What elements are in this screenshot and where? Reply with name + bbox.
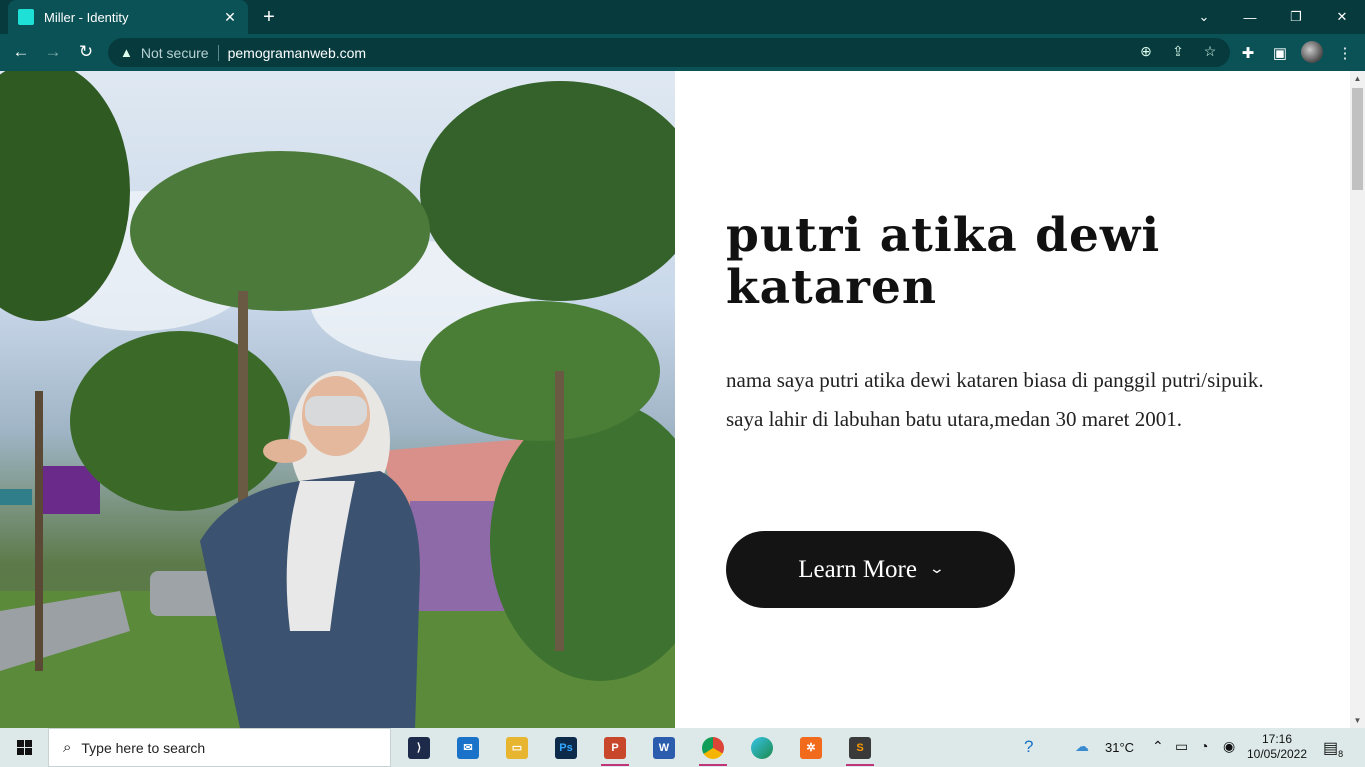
powerpoint-icon: P	[604, 736, 626, 759]
restore-button[interactable]: ❐	[1273, 0, 1319, 34]
menu-kebab-icon[interactable]: ⋮	[1334, 42, 1356, 64]
extensions-puzzle-icon[interactable]: ✚	[1237, 42, 1259, 64]
edge-icon	[751, 736, 773, 759]
word-icon: W	[653, 736, 675, 759]
tab-title: Miller - Identity	[44, 9, 129, 25]
taskbar-app-file-explorer[interactable]: ▭	[495, 731, 539, 764]
weather-temperature[interactable]: 31°C	[1105, 740, 1134, 755]
windows-taskbar: ⌕ Type here to search ⟩ ✉ ▭ Ps P W ✲ S ?…	[0, 728, 1365, 767]
visual-studio-icon: ⟩	[408, 736, 430, 759]
volume-icon[interactable]: ◉	[1223, 738, 1235, 755]
reload-icon[interactable]: ↻	[74, 40, 98, 64]
notification-icon[interactable]: ▤8	[1323, 738, 1343, 759]
side-panel-icon[interactable]: ▣	[1269, 42, 1291, 64]
taskbar-app-edge[interactable]	[740, 731, 784, 764]
profile-avatar[interactable]	[1301, 41, 1323, 63]
clock-time: 17:16	[1261, 732, 1293, 746]
scroll-down-arrow-icon[interactable]: ▼	[1350, 713, 1365, 728]
minimize-button[interactable]: —	[1227, 0, 1273, 34]
browser-tab[interactable]: Miller - Identity ✕	[8, 0, 248, 34]
taskbar-app-chrome[interactable]	[691, 731, 735, 766]
security-label[interactable]: Not secure	[141, 45, 209, 61]
page-title: putri atika dewi kataren	[726, 208, 1161, 315]
sublime-text-icon: S	[849, 736, 871, 759]
taskbar-app-word[interactable]: W	[642, 731, 686, 764]
taskbar-search-placeholder: Type here to search	[81, 739, 206, 756]
start-button[interactable]	[0, 728, 48, 767]
folder-icon: ▭	[506, 736, 528, 759]
address-bar[interactable]: ▲ Not secure pemogramanweb.com ⊕ ⇪ ☆	[108, 38, 1230, 67]
battery-icon[interactable]: ▭	[1175, 738, 1188, 755]
taskbar-app-xampp[interactable]: ✲	[789, 731, 833, 764]
page-viewport: putri atika dewi kataren nama saya putri…	[0, 71, 1365, 728]
tab-close-icon[interactable]: ✕	[222, 9, 238, 26]
windows-logo-icon	[16, 740, 32, 755]
browser-tabstrip: Miller - Identity ✕ + ⌄ — ❐ ✕	[0, 0, 1365, 34]
warning-icon[interactable]: ▲	[120, 45, 133, 60]
weather-icon[interactable]: ☁	[1075, 738, 1089, 755]
address-bar-actions: ⊕ ⇪ ☆	[1138, 43, 1218, 60]
site-favicon-icon	[18, 9, 34, 25]
photoshop-icon: Ps	[555, 736, 577, 759]
taskbar-search[interactable]: ⌕ Type here to search	[48, 728, 391, 767]
chrome-icon	[702, 736, 724, 759]
taskbar-app-sublime[interactable]: S	[838, 731, 882, 766]
xampp-icon: ✲	[800, 736, 822, 759]
taskbar-app-photoshop[interactable]: Ps	[544, 731, 588, 764]
page-scrollbar[interactable]: ▲ ▼	[1350, 71, 1365, 728]
hero-photo	[0, 71, 675, 728]
notification-count: 8	[1338, 749, 1344, 760]
url-text[interactable]: pemogramanweb.com	[228, 45, 367, 61]
back-arrow-icon[interactable]: ←	[9, 40, 33, 64]
mail-icon: ✉	[457, 736, 479, 759]
learn-more-button[interactable]: Learn More ⌄	[726, 531, 1015, 608]
taskbar-app-visual-studio[interactable]: ⟩	[397, 731, 441, 764]
bio-paragraph: nama saya putri atika dewi kataren biasa…	[726, 368, 1264, 431]
new-tab-button[interactable]: +	[258, 6, 280, 28]
scroll-up-arrow-icon[interactable]: ▲	[1350, 71, 1365, 86]
bookmark-star-icon[interactable]: ☆	[1202, 43, 1218, 60]
zoom-icon[interactable]: ⊕	[1138, 43, 1154, 60]
taskbar-clock[interactable]: 17:16 10/05/2022	[1244, 732, 1310, 762]
taskbar-app-powerpoint[interactable]: P	[593, 731, 637, 766]
chevron-down-icon: ⌄	[928, 562, 946, 577]
clock-date: 10/05/2022	[1246, 747, 1308, 761]
share-icon[interactable]: ⇪	[1170, 43, 1186, 60]
help-icon[interactable]: ?	[1024, 737, 1033, 757]
scroll-thumb[interactable]	[1352, 88, 1363, 190]
hero-photo-illustration	[0, 71, 675, 728]
tray-expand-icon[interactable]: ⌃	[1152, 738, 1164, 755]
forward-arrow-icon[interactable]: →	[41, 40, 65, 64]
tab-search-icon[interactable]: ⌄	[1181, 0, 1227, 34]
search-icon: ⌕	[63, 739, 72, 756]
address-divider	[217, 44, 219, 61]
browser-toolbar: ← → ↻ ▲ Not secure pemogramanweb.com ⊕ ⇪…	[0, 34, 1365, 71]
learn-more-label: Learn More	[798, 555, 917, 583]
wifi-icon[interactable]: ◔	[1200, 738, 1208, 754]
close-window-button[interactable]: ✕	[1319, 0, 1365, 34]
taskbar-app-mail[interactable]: ✉	[446, 731, 490, 764]
